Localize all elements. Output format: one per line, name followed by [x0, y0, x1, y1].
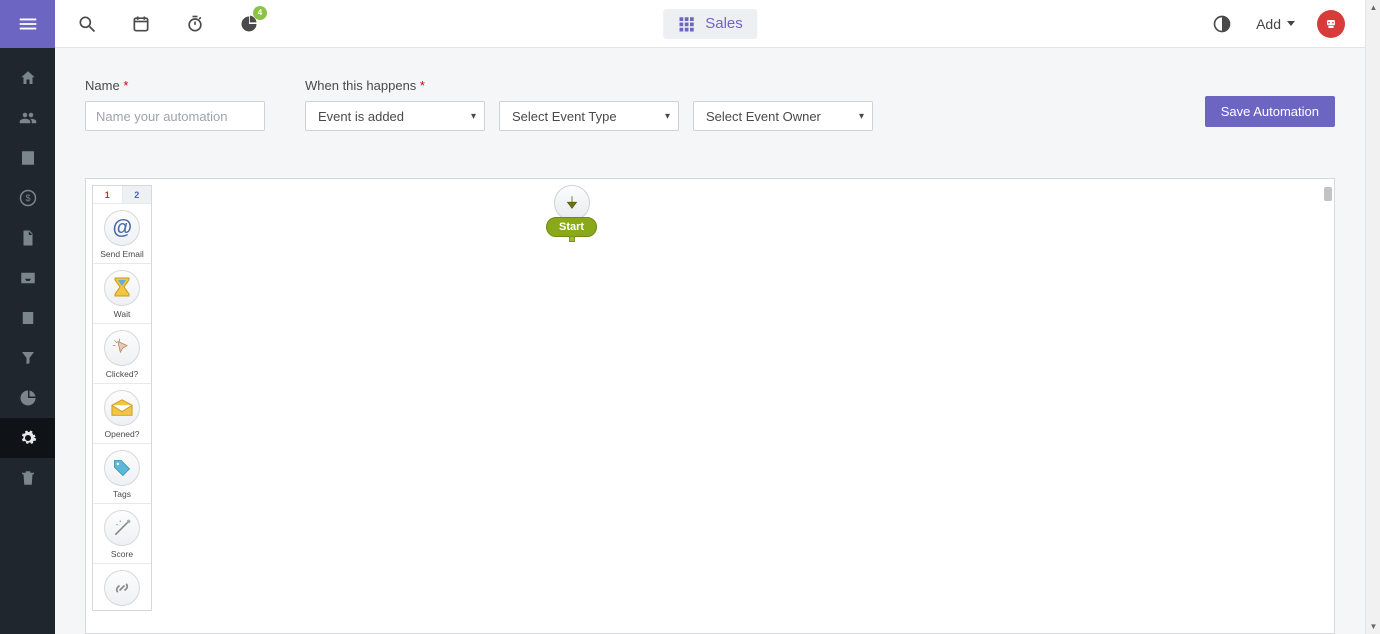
name-field-group: Name *: [85, 78, 265, 131]
gear-icon: [19, 429, 37, 447]
search-icon: [77, 14, 97, 34]
event-type-select[interactable]: Select Event Type: [499, 101, 679, 131]
palette-item-send-email[interactable]: @ Send Email: [93, 204, 151, 264]
sidebar-item-automations[interactable]: [0, 418, 55, 458]
sidebar-item-calendar[interactable]: [0, 298, 55, 338]
caret-down-icon: [1287, 21, 1295, 26]
save-automation-button[interactable]: Save Automation: [1205, 96, 1335, 127]
reports-button[interactable]: 4: [237, 12, 261, 36]
palette-item-link[interactable]: [93, 564, 151, 610]
avatar-icon: [1323, 16, 1339, 32]
module-name: Sales: [705, 15, 743, 32]
cursor-click-icon: [104, 330, 140, 366]
required-mark: *: [123, 78, 128, 93]
add-label: Add: [1256, 16, 1281, 32]
event-type-placeholder: Select Event Type: [512, 109, 617, 124]
sidebar-item-home[interactable]: [0, 58, 55, 98]
workflow-start-node[interactable]: Start: [546, 185, 597, 242]
trash-icon: [19, 469, 37, 487]
contacts-icon: [19, 109, 37, 127]
down-arrow-icon: [563, 194, 581, 212]
palette-item-label: Send Email: [100, 249, 143, 259]
palette-item-tags[interactable]: Tags: [93, 444, 151, 504]
sidebar-item-pipeline[interactable]: [0, 338, 55, 378]
name-label: Name *: [85, 78, 265, 93]
piechart-icon: [19, 389, 37, 407]
palette-item-label: Opened?: [105, 429, 140, 439]
palette-item-label: Tags: [113, 489, 131, 499]
trigger-label: When this happens *: [305, 78, 873, 93]
scroll-down-arrow[interactable]: ▼: [1366, 619, 1380, 634]
scroll-up-arrow[interactable]: ▲: [1366, 0, 1380, 15]
wand-icon: [104, 510, 140, 546]
theme-button[interactable]: [1210, 12, 1234, 36]
sidebar-item-trash[interactable]: [0, 458, 55, 498]
chain-icon: [104, 570, 140, 606]
user-avatar-button[interactable]: [1317, 10, 1345, 38]
trigger-event-select[interactable]: Event is added: [305, 101, 485, 131]
sidebar-item-documents[interactable]: [0, 218, 55, 258]
event-owner-select[interactable]: Select Event Owner: [693, 101, 873, 131]
palette-tab-1[interactable]: 1: [93, 186, 122, 203]
add-menu-button[interactable]: Add: [1256, 16, 1295, 32]
calendar-button[interactable]: [129, 12, 153, 36]
timer-button[interactable]: [183, 12, 207, 36]
calendar-icon: [19, 309, 37, 327]
name-label-text: Name: [85, 78, 120, 93]
reports-badge: 4: [253, 6, 267, 20]
canvas-scrollbar-thumb[interactable]: [1324, 187, 1332, 201]
top-bar: 4 Sales Add: [55, 0, 1365, 48]
module-switcher[interactable]: Sales: [663, 9, 757, 39]
trigger-event-value: Event is added: [318, 109, 404, 124]
action-palette: 1 2 @ Send Email Wait Clicked?: [92, 185, 152, 611]
stopwatch-icon: [185, 14, 205, 34]
calendar-small-icon: [131, 14, 151, 34]
palette-item-wait[interactable]: Wait: [93, 264, 151, 324]
sidebar-item-companies[interactable]: [0, 138, 55, 178]
at-icon: @: [104, 210, 140, 246]
svg-text:$: $: [25, 193, 30, 203]
hourglass-icon: [104, 270, 140, 306]
palette-item-label: Score: [111, 549, 133, 559]
required-mark: *: [420, 78, 425, 93]
trigger-label-text: When this happens: [305, 78, 416, 93]
hamburger-icon: [17, 13, 39, 35]
palette-item-clicked[interactable]: Clicked?: [93, 324, 151, 384]
dollar-icon: $: [19, 189, 37, 207]
palette-item-opened[interactable]: Opened?: [93, 384, 151, 444]
start-node-label: Start: [546, 217, 597, 237]
automation-name-input[interactable]: [85, 101, 265, 131]
document-icon: [19, 229, 37, 247]
main-content: Name * When this happens * Event is adde…: [55, 48, 1365, 634]
contrast-icon: [1212, 14, 1232, 34]
inbox-icon: [19, 269, 37, 287]
page-scrollbar[interactable]: ▲ ▼: [1365, 0, 1380, 634]
trigger-field-group: When this happens * Event is added Selec…: [305, 78, 873, 131]
palette-item-label: Clicked?: [106, 369, 139, 379]
building-icon: [19, 149, 37, 167]
start-node-connector[interactable]: [569, 236, 575, 242]
sidebar-item-tasks[interactable]: [0, 258, 55, 298]
workflow-builder-canvas[interactable]: 1 2 @ Send Email Wait Clicked?: [85, 178, 1335, 634]
event-owner-placeholder: Select Event Owner: [706, 109, 821, 124]
sidebar-item-analytics[interactable]: [0, 378, 55, 418]
search-button[interactable]: [75, 12, 99, 36]
start-node-icon: [554, 185, 590, 221]
left-sidebar: $: [0, 0, 55, 634]
apps-icon: [677, 15, 695, 33]
home-icon: [19, 69, 37, 87]
menu-toggle-button[interactable]: [0, 0, 55, 48]
palette-tab-2[interactable]: 2: [122, 186, 152, 203]
open-envelope-icon: [104, 390, 140, 426]
sidebar-item-contacts[interactable]: [0, 98, 55, 138]
palette-item-label: Wait: [114, 309, 131, 319]
palette-item-score[interactable]: Score: [93, 504, 151, 564]
funnel-icon: [19, 349, 37, 367]
sidebar-item-deals[interactable]: $: [0, 178, 55, 218]
tag-icon: [104, 450, 140, 486]
automation-header-form: Name * When this happens * Event is adde…: [55, 48, 1365, 141]
